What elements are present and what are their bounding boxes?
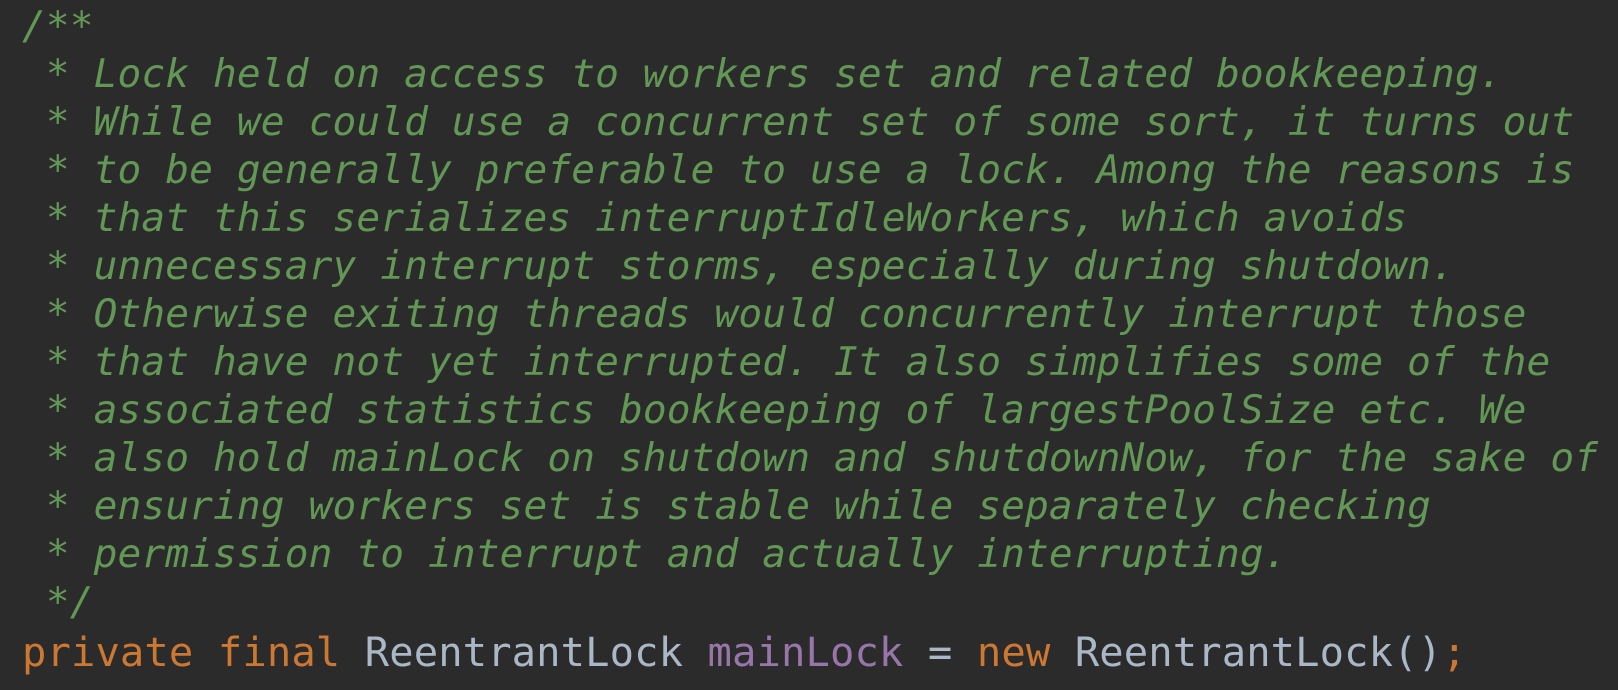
comment-line: * that this serializes interruptIdleWork… — [22, 195, 1408, 241]
field-name: mainLock — [707, 628, 904, 676]
type-name: ReentrantLock — [364, 628, 684, 676]
javadoc-comment: /** * Lock held on access to workers set… — [22, 2, 1618, 626]
comment-line: /** — [22, 3, 94, 49]
comment-line: * that have not yet interrupted. It also… — [22, 339, 1551, 385]
code-editor[interactable]: /** * Lock held on access to workers set… — [0, 0, 1618, 690]
comment-line: * Otherwise exiting threads would concur… — [22, 291, 1527, 337]
semicolon: ; — [1442, 628, 1467, 676]
comment-line: * While we could use a concurrent set of… — [22, 99, 1575, 145]
keyword-final: final — [217, 628, 341, 676]
constructor-call: ReentrantLock() — [1074, 628, 1443, 676]
keyword-private: private — [22, 628, 194, 676]
comment-line: * to be generally preferable to use a lo… — [22, 147, 1575, 193]
assign-operator: = — [927, 628, 953, 676]
comment-line: * also hold mainLock on shutdown and shu… — [22, 435, 1599, 481]
comment-line: * Lock held on access to workers set and… — [22, 51, 1503, 97]
comment-line: * unnecessary interrupt storms, especial… — [22, 243, 1455, 289]
keyword-new: new — [976, 628, 1051, 676]
comment-line: * permission to interrupt and actually i… — [22, 531, 1288, 577]
comment-line: * ensuring workers set is stable while s… — [22, 483, 1431, 529]
field-declaration: private final ReentrantLock mainLock = n… — [22, 628, 1618, 676]
comment-line: */ — [22, 579, 94, 625]
comment-line: * associated statistics bookkeeping of l… — [22, 387, 1527, 433]
